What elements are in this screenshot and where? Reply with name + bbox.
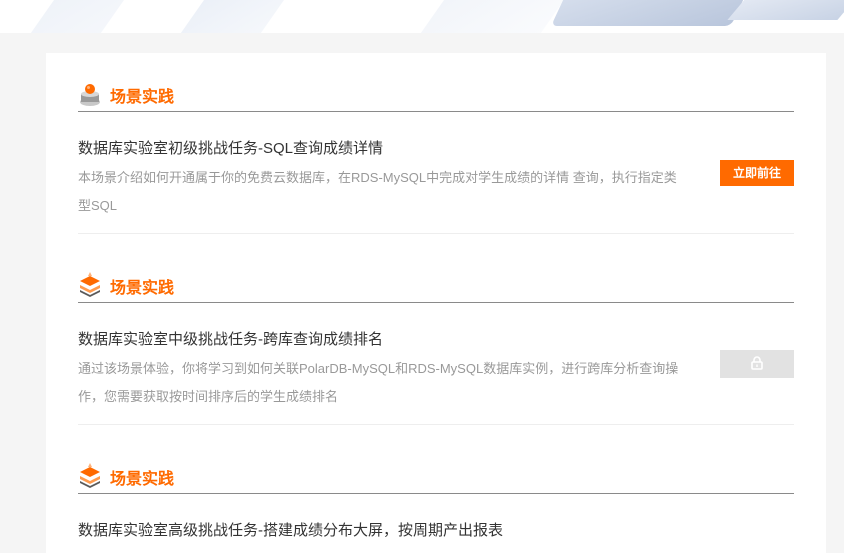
layers-icon (80, 463, 100, 488)
section-header: 场景实践 (78, 272, 794, 303)
section-divider (78, 233, 794, 234)
scenario-section: 场景实践 数据库实验室中级挑战任务-跨库查询成绩排名 通过该场景体验，你将学习到… (78, 272, 794, 425)
locked-button (720, 350, 794, 378)
banner-decoration (161, 0, 299, 33)
go-now-button[interactable]: 立即前往 (720, 160, 794, 186)
lock-icon (751, 356, 763, 370)
scenario-description: 本场景介绍如何开通属于你的免费云数据库，在RDS-MySQL中完成对学生成绩的详… (78, 170, 677, 213)
section-header: 场景实践 (78, 81, 794, 112)
section-divider (78, 424, 794, 425)
scenario-section: 场景实践 数据库实验室高级挑战任务-搭建成绩分布大屏，按周期产出报表 (78, 463, 794, 539)
section-header: 场景实践 (78, 463, 794, 494)
banner-illustration (727, 0, 844, 20)
layers-icon (80, 272, 100, 297)
scenario-title[interactable]: 数据库实验室初级挑战任务-SQL查询成绩详情 (78, 137, 383, 158)
section-heading: 场景实践 (110, 89, 175, 106)
banner-decoration (401, 0, 579, 33)
section-heading: 场景实践 (110, 471, 175, 488)
banner-illustration (551, 0, 759, 26)
scenario-description: 通过该场景体验，你将学习到如何关联PolarDB-MySQL和RDS-MySQL… (78, 361, 679, 404)
top-banner (0, 0, 844, 33)
scenario-section: 场景实践 数据库实验室初级挑战任务-SQL查询成绩详情 本场景介绍如何开通属于你… (78, 81, 794, 234)
banner-decoration (11, 0, 139, 33)
scenario-card: 场景实践 数据库实验室初级挑战任务-SQL查询成绩详情 本场景介绍如何开通属于你… (46, 53, 826, 553)
scenario-title[interactable]: 数据库实验室中级挑战任务-跨库查询成绩排名 (78, 328, 383, 349)
sphere-icon (80, 84, 100, 106)
section-heading: 场景实践 (110, 280, 175, 297)
